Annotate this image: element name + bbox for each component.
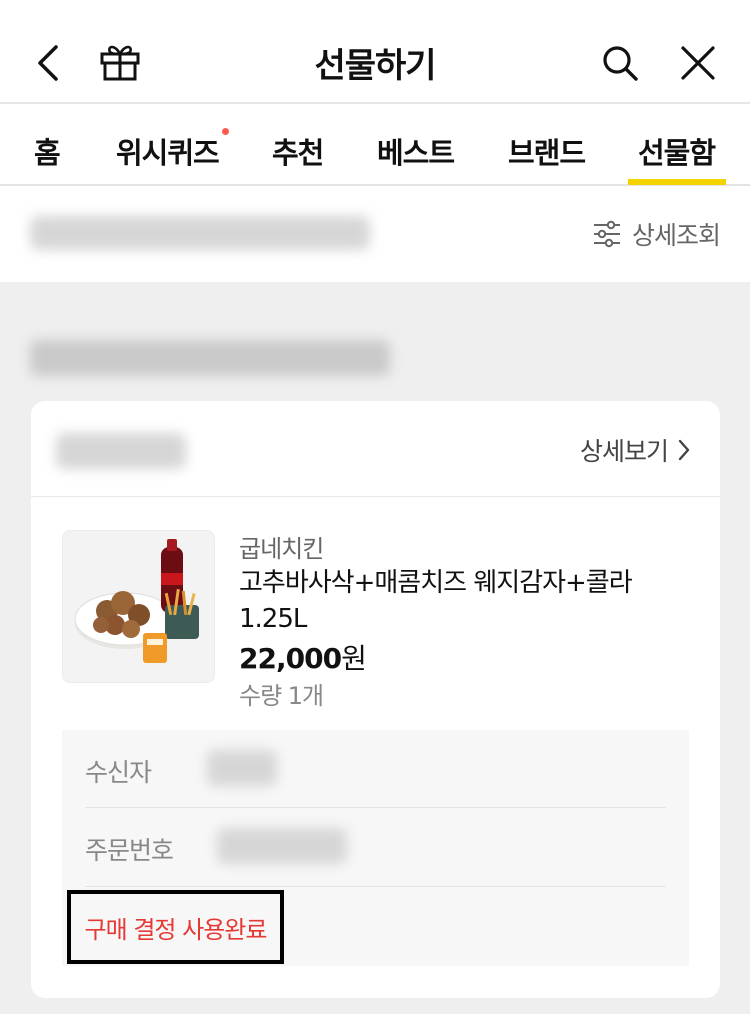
tab-recommend[interactable]: 추천 — [272, 130, 324, 172]
recipient-label: 수신자 — [85, 758, 152, 787]
tab-brand[interactable]: 브랜드 — [508, 130, 586, 172]
tab-wishquiz[interactable]: 위시퀴즈 — [116, 128, 229, 172]
info-divider — [85, 807, 666, 808]
redacted-period-text — [30, 340, 390, 376]
active-tab-indicator — [628, 179, 726, 185]
product-image[interactable] — [62, 530, 215, 683]
tab-giftbox[interactable]: 선물함 — [638, 130, 716, 172]
tab-best[interactable]: 베스트 — [377, 130, 455, 172]
redacted-order-number — [217, 828, 347, 864]
product-quantity: 수량 1개 — [239, 682, 324, 710]
info-divider — [85, 886, 666, 887]
close-icon[interactable] — [680, 45, 716, 81]
new-badge-dot — [221, 128, 229, 135]
order-number-label: 주문번호 — [85, 836, 174, 865]
redacted-filter-summary — [30, 216, 370, 250]
top-app-bar: 선물하기 — [0, 0, 750, 104]
detail-filter-label: 상세조회 — [631, 221, 721, 250]
product-name[interactable]: 고추바사삭+매콤치즈 웨지감자+콜라 1.25L — [239, 565, 659, 637]
search-icon[interactable] — [601, 44, 639, 82]
brand-name: 굽네치킨 — [239, 535, 324, 563]
view-detail-link[interactable]: 상세보기 — [580, 432, 690, 468]
chevron-right-icon — [678, 439, 690, 461]
tab-home[interactable]: 홈 — [34, 130, 61, 172]
order-card-header: 상세보기 — [31, 401, 720, 497]
product-price: 22,000원 — [239, 642, 367, 675]
tab-bar: 홈 위시퀴즈 추천 베스트 브랜드 선물함 — [0, 104, 750, 186]
sliders-icon — [593, 220, 620, 248]
redacted-order-date — [56, 433, 186, 469]
filter-bar: 상세조회 — [0, 186, 750, 282]
order-status: 구매 결정 사용완료 — [84, 915, 268, 944]
order-info-box: 수신자 주문번호 구매 결정 사용완료 — [62, 730, 689, 966]
detail-filter-button[interactable]: 상세조회 — [592, 218, 721, 250]
redacted-recipient — [207, 750, 277, 786]
order-card: 상세보기 굽네치킨 고추바사삭+매콤치즈 웨지감자+콜라 1.25L 22,00… — [31, 401, 720, 998]
order-status-highlight: 구매 결정 사용완료 — [67, 890, 284, 964]
